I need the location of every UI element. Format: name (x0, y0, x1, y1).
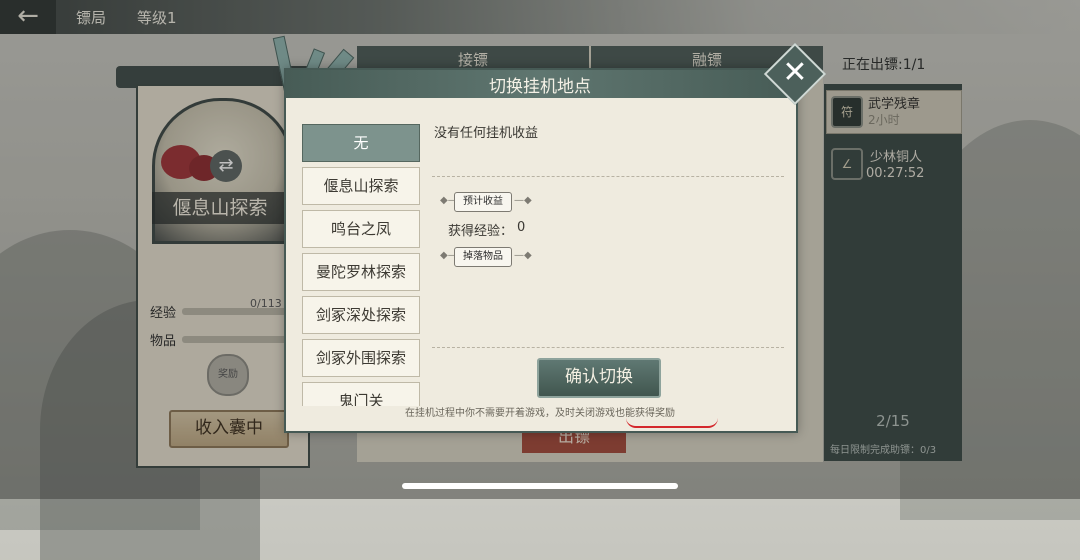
expected-income-tag: 预计收益 (454, 192, 512, 212)
home-indicator[interactable] (402, 483, 678, 489)
location-item[interactable]: 剑冢深处探索 (302, 296, 420, 334)
location-item[interactable]: 鬼门关 (302, 382, 420, 406)
tag-right-ornament-icon: —◆ (514, 250, 532, 261)
location-item[interactable]: 鸣台之凤 (302, 210, 420, 248)
footer-note: 在挂机过程中你不需要开着游戏，及时关闭游戏也能获得奖励 (405, 408, 675, 419)
location-item-none[interactable]: 无 (302, 124, 420, 162)
drops-tag: 掉落物品 (454, 247, 512, 267)
tag-right-ornament-icon: —◆ (514, 195, 532, 206)
exp-gain-label: 获得经验： (448, 224, 514, 239)
divider (432, 176, 784, 177)
location-item[interactable]: 剑冢外围探索 (302, 339, 420, 377)
location-item[interactable]: 偃息山探索 (302, 167, 420, 205)
divider (432, 347, 784, 348)
location-list[interactable]: 无 偃息山探索 鸣台之凤 曼陀罗林探索 剑冢深处探索 剑冢外围探索 鬼门关 (298, 120, 424, 406)
close-icon[interactable]: ✕ (773, 52, 817, 96)
exp-gain-value: 0 (517, 220, 526, 235)
confirm-switch-button[interactable]: 确认切换 (537, 358, 661, 398)
dialog-title: 切换挂机地点 (489, 77, 591, 97)
no-income-text: 没有任何挂机收益 (434, 126, 539, 141)
highlight-underline (626, 418, 718, 428)
location-item[interactable]: 曼陀罗林探索 (302, 253, 420, 291)
